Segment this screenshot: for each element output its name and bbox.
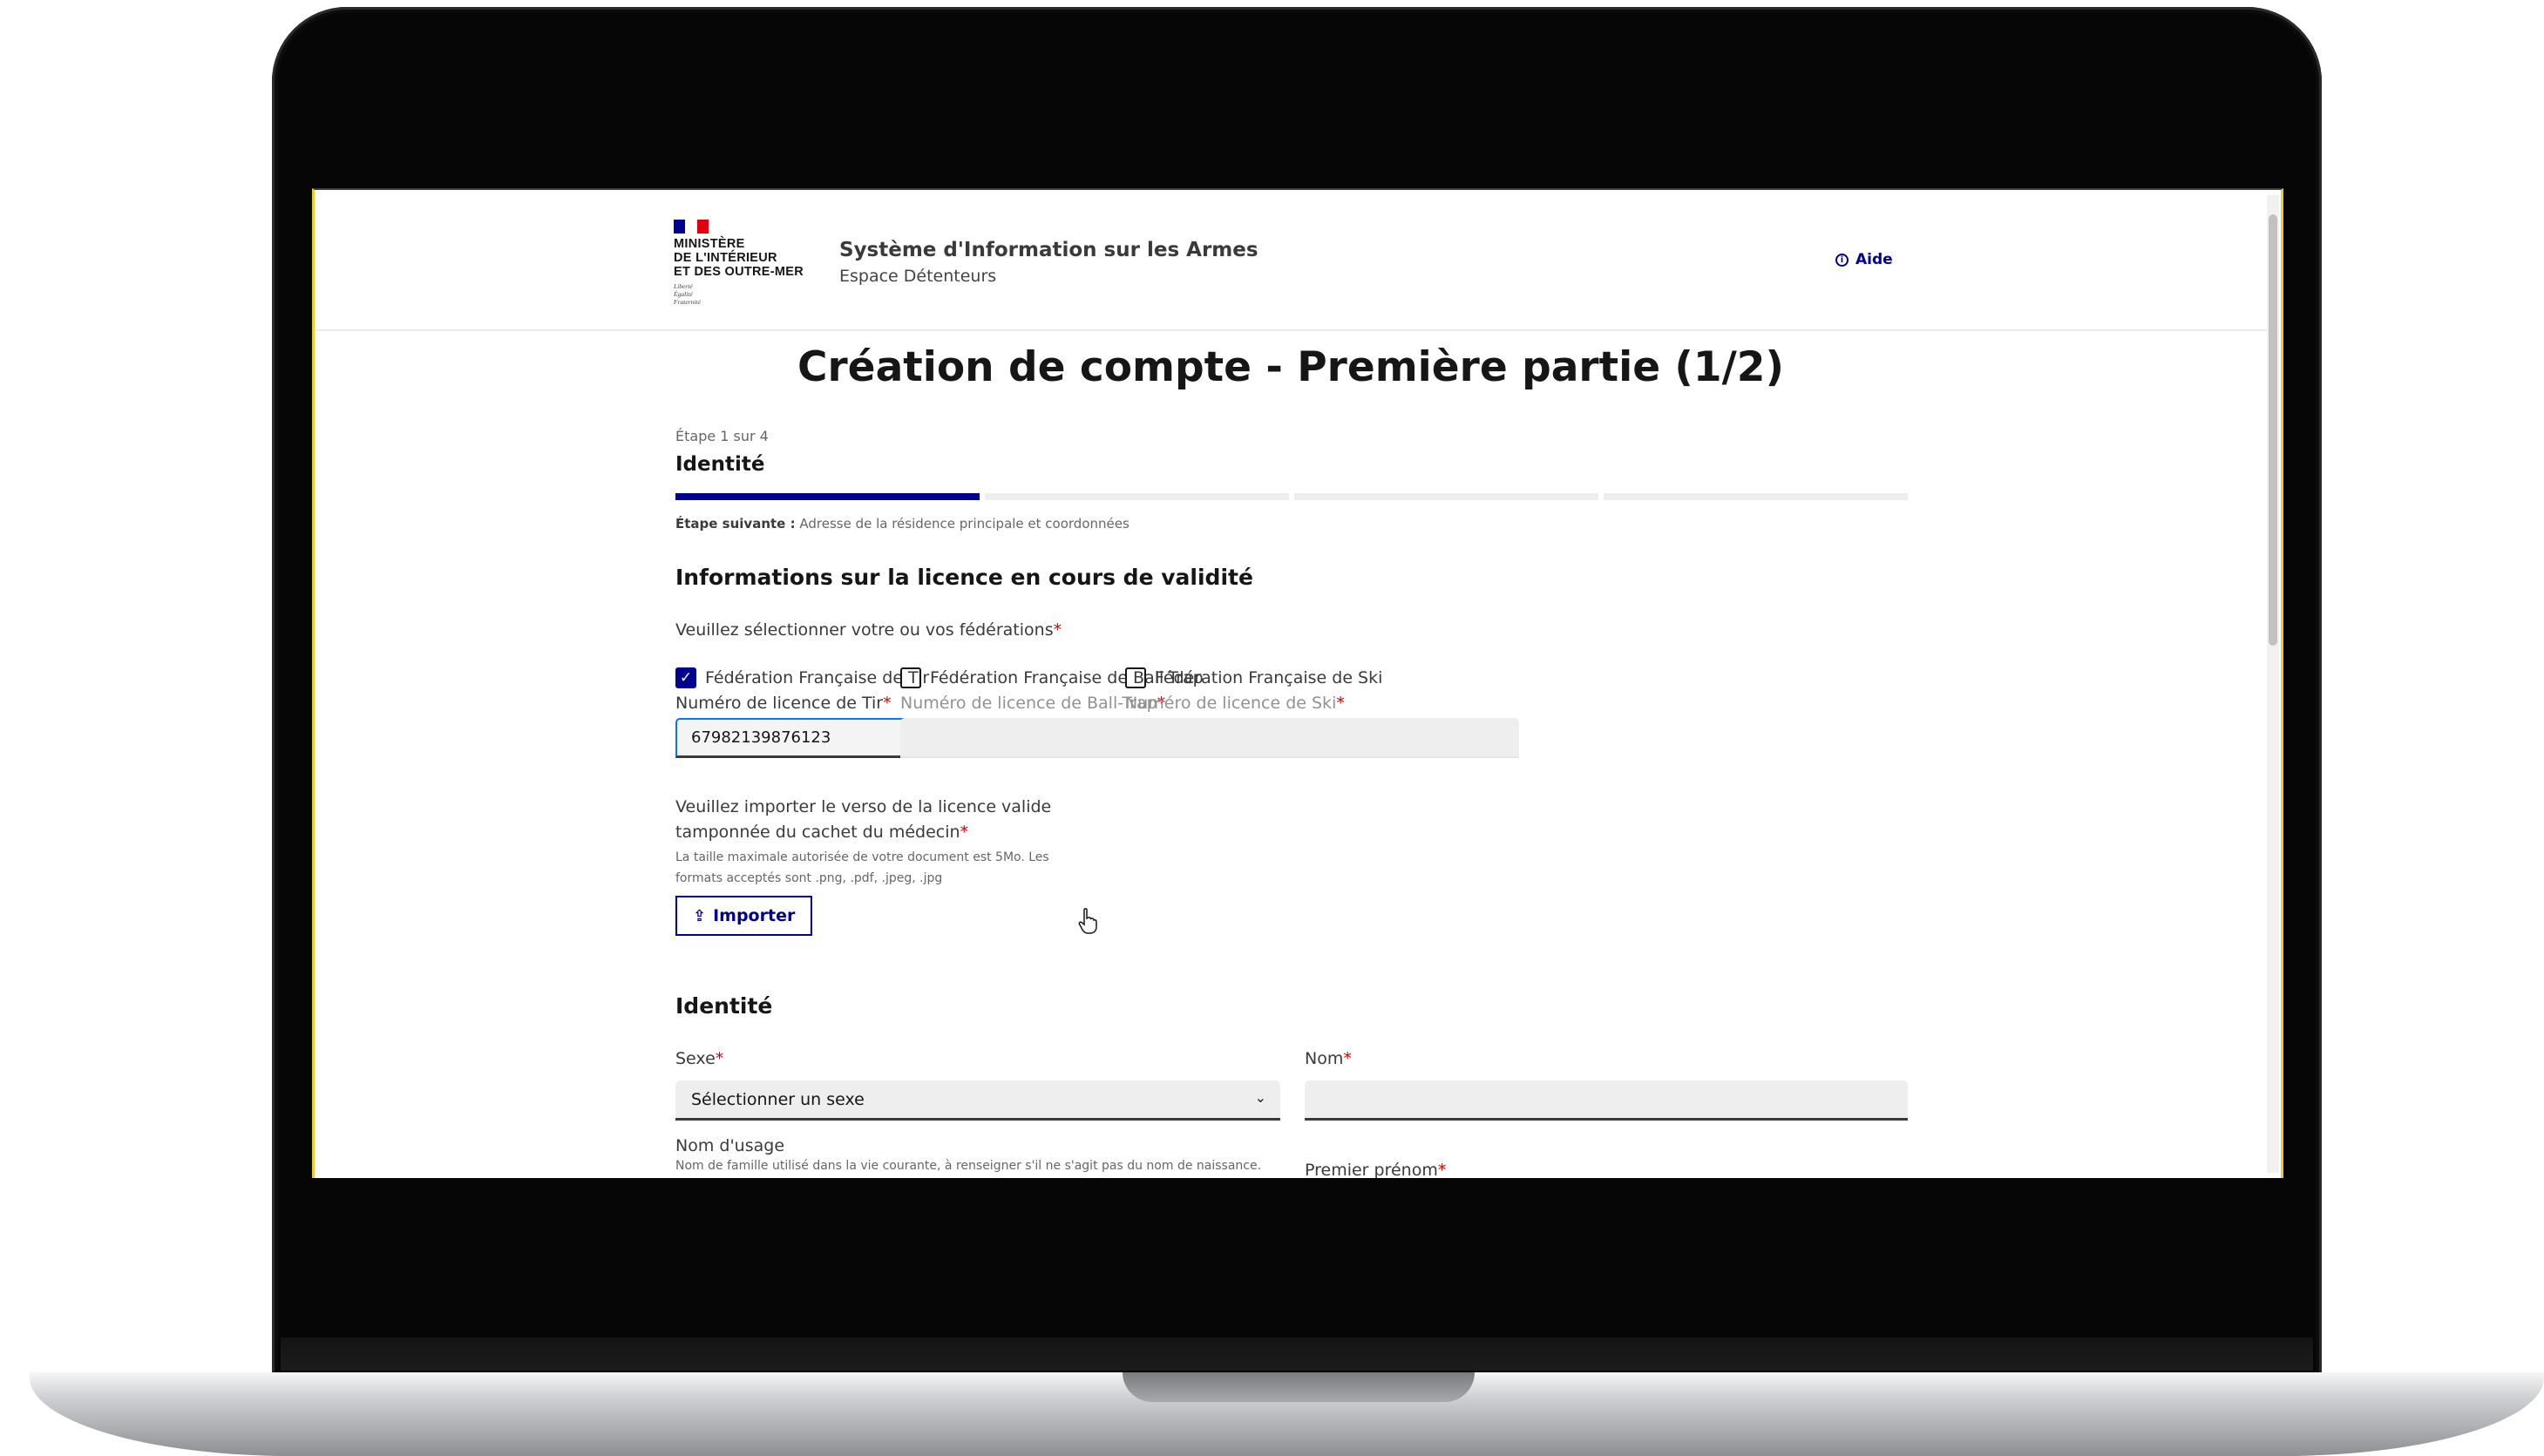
licence-section-title: Informations sur la licence en cours de …: [675, 565, 1253, 590]
stepper-segment-1: [675, 493, 980, 500]
stepper-count: Étape 1 sur 4: [675, 428, 769, 444]
ministry-name: MINISTÈRE DE L'INTÉRIEUR ET DES OUTRE-ME…: [674, 237, 804, 279]
sexe-label-text: Sexe: [675, 1049, 716, 1068]
required-mark: *: [883, 694, 892, 713]
licence-ski-label-text: Numéro de licence de Ski: [1125, 694, 1337, 713]
nom-usage-label: Nom d'usage: [675, 1136, 785, 1155]
licence-ball-trap-label-text: Numéro de licence de Ball-Trap: [900, 694, 1157, 713]
site-header: MINISTÈRE DE L'INTÉRIEUR ET DES OUTRE-ME…: [315, 190, 2267, 331]
republic-motto: Liberté Égalité Fraternité: [674, 282, 701, 306]
identity-section-title: Identité: [675, 993, 773, 1019]
service-title[interactable]: Système d'Information sur les Armes: [839, 239, 1258, 261]
scrollbar-thumb[interactable]: [2269, 214, 2277, 646]
stepper-next-title: Adresse de la résidence principale et co…: [799, 516, 1130, 532]
upload-icon: ⇪: [693, 906, 707, 925]
licence-ski-input[interactable]: [1125, 718, 1519, 758]
federation-ski: Fédération Française de Ski Numéro de li…: [1125, 667, 1519, 758]
laptop-notch: [1123, 1372, 1475, 1402]
help-label: Aide: [1855, 251, 1893, 268]
required-mark: *: [1343, 1049, 1352, 1068]
federation-legend-text: Veuillez sélectionner votre ou vos fédér…: [675, 620, 1054, 640]
upload-label-text: Veuillez importer le verso de la licence…: [675, 797, 1052, 842]
checkmark-icon: ✓: [679, 669, 693, 687]
stepper-next-step: Étape suivante : Adresse de la résidence…: [675, 516, 1130, 532]
ministry-logo[interactable]: MINISTÈRE DE L'INTÉRIEUR ET DES OUTRE-ME…: [674, 220, 813, 306]
licence-ski-label: Numéro de licence de Ski*: [1125, 694, 1519, 713]
page-title: Création de compte - Première partie (1/…: [797, 343, 1784, 391]
checkbox-tir-label[interactable]: Fédération Française de Tir: [705, 668, 929, 687]
checkbox-ski[interactable]: [1125, 667, 1146, 688]
stepper-next-prefix: Étape suivante :: [675, 516, 796, 532]
required-mark: *: [1437, 1161, 1447, 1178]
upload-hint: La taille maximale autorisée de votre do…: [675, 850, 1049, 885]
required-mark: *: [1053, 620, 1062, 640]
nom-label-text: Nom: [1305, 1049, 1344, 1068]
page-scrollbar[interactable]: [2267, 195, 2279, 1173]
import-button-label: Importer: [713, 906, 796, 925]
import-button[interactable]: ⇪ Importer: [675, 896, 813, 936]
sexe-label: Sexe*: [675, 1049, 723, 1068]
help-link[interactable]: i Aide: [1835, 251, 1893, 268]
licence-tir-label-text: Numéro de licence de Tir: [675, 694, 884, 713]
nom-input[interactable]: [1305, 1080, 1908, 1121]
upload-label: Veuillez importer le verso de la licence…: [675, 795, 1085, 845]
browser-viewport: MINISTÈRE DE L'INTÉRIEUR ET DES OUTRE-ME…: [312, 188, 2283, 1178]
required-mark: *: [960, 823, 969, 842]
sexe-select-value: Sélectionner un sexe: [691, 1090, 865, 1109]
laptop-bezel: [281, 1337, 2313, 1371]
nom-label: Nom*: [1305, 1049, 1352, 1068]
licence-upload: Veuillez importer le verso de la licence…: [675, 795, 1085, 936]
checkbox-tir[interactable]: ✓: [675, 667, 696, 688]
federation-legend: Veuillez sélectionner votre ou vos fédér…: [675, 620, 1062, 640]
chevron-down-icon: ⌄: [1254, 1089, 1266, 1106]
stepper-title: Identité: [675, 453, 765, 476]
stepper-segment-4: [1604, 493, 1908, 500]
hand-cursor-icon: [1078, 908, 1097, 934]
checkbox-ball-trap[interactable]: [900, 667, 921, 688]
premier-prenom-label: Premier prénom*: [1305, 1161, 1446, 1178]
required-mark: *: [1336, 694, 1345, 713]
service-tagline: Espace Détenteurs: [839, 267, 997, 286]
nom-usage-hint: Nom de famille utilisé dans la vie coura…: [675, 1159, 1262, 1173]
info-icon: i: [1835, 253, 1849, 267]
stepper-segment-2: [985, 493, 1289, 500]
required-mark: *: [715, 1049, 724, 1068]
stepper-progress: [675, 493, 1908, 500]
french-flag-icon: [674, 220, 709, 234]
sexe-select[interactable]: Sélectionner un sexe ⌄: [675, 1080, 1280, 1121]
checkbox-ski-label[interactable]: Fédération Française de Ski: [1155, 668, 1382, 687]
premier-prenom-label-text: Premier prénom: [1305, 1161, 1438, 1178]
stepper-segment-3: [1294, 493, 1598, 500]
